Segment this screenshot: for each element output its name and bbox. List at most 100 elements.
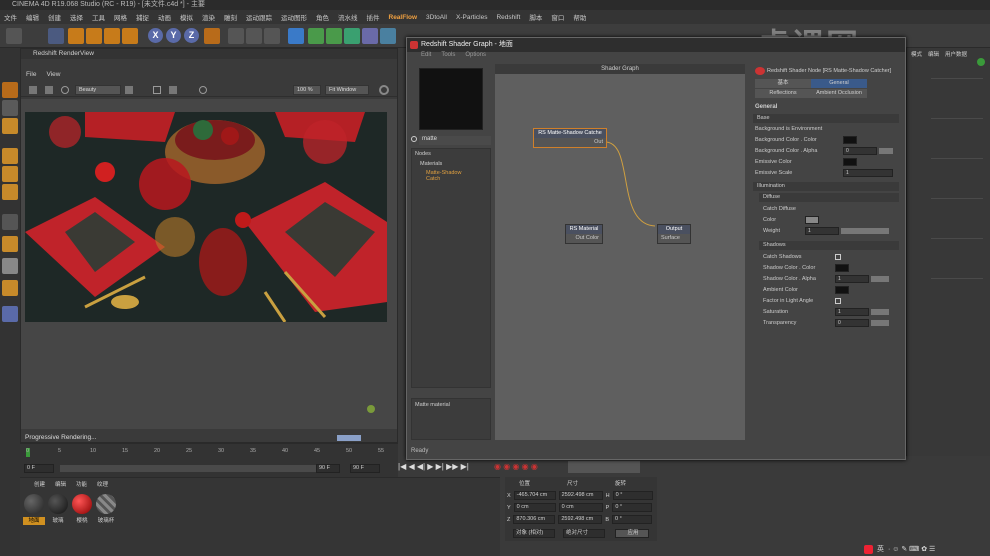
fit-window-select[interactable]: Fit Window: [325, 85, 369, 95]
menu-item[interactable]: Redshift: [496, 14, 520, 21]
snap-icon[interactable]: [2, 258, 18, 274]
tree-matte-shadow[interactable]: Matte-Shadow Catch: [412, 169, 490, 183]
emissive-color-swatch[interactable]: [843, 158, 857, 166]
save-icon[interactable]: [29, 86, 37, 94]
x-axis-icon[interactable]: X: [148, 28, 163, 43]
ime-language[interactable]: 英: [877, 544, 884, 554]
mat-menu-edit[interactable]: 编辑: [55, 480, 66, 488]
shadow-alpha-field[interactable]: 1: [835, 275, 869, 283]
stop-icon[interactable]: [45, 86, 53, 94]
menu-item[interactable]: 雕刻: [224, 12, 237, 22]
apply-button[interactable]: 应用: [615, 529, 649, 538]
menu-item-realflow[interactable]: RealFlow: [389, 14, 418, 21]
node-port-out[interactable]: Out: [534, 138, 606, 147]
render-settings-icon[interactable]: [264, 28, 280, 44]
cloner-icon[interactable]: [344, 28, 360, 44]
weight-slider[interactable]: [841, 228, 889, 234]
transparency-field[interactable]: 0: [835, 319, 869, 327]
saturation-slider[interactable]: [871, 309, 889, 315]
tab-ambient-occlusion[interactable]: Ambient Occlusion: [811, 89, 867, 98]
node-output[interactable]: Output Surface: [657, 224, 691, 244]
lock-icon[interactable]: [2, 280, 18, 296]
refresh-icon[interactable]: [61, 86, 69, 94]
bg-alpha-slider[interactable]: [879, 148, 893, 154]
tab-general[interactable]: General: [811, 79, 867, 88]
end-frame-field[interactable]: 90 F: [316, 464, 340, 473]
pos-x-field[interactable]: -465.704 cm: [513, 491, 556, 500]
deformer-icon[interactable]: [362, 28, 378, 44]
node-rs-material[interactable]: RS Material Out Color: [565, 224, 603, 244]
menu-item[interactable]: 文件: [4, 12, 17, 22]
scale-icon[interactable]: [86, 28, 102, 44]
size-y-field[interactable]: 0 cm: [558, 503, 603, 512]
pos-z-field[interactable]: 870.306 cm: [513, 515, 556, 524]
select-arrow-icon[interactable]: [48, 28, 64, 44]
snapshot-icon[interactable]: [125, 86, 133, 94]
rot-p-field[interactable]: 0 °: [612, 503, 653, 512]
menu-item[interactable]: 模拟: [180, 12, 193, 22]
menu-item[interactable]: 创建: [48, 12, 61, 22]
menu-item[interactable]: 运动图形: [281, 12, 307, 22]
material-label[interactable]: 地面: [23, 517, 45, 525]
cube-icon[interactable]: [288, 28, 304, 44]
coord-mode-select[interactable]: 对象 (相对): [513, 529, 555, 538]
undo-icon[interactable]: [6, 28, 22, 44]
floor-icon[interactable]: [380, 28, 396, 44]
max-frame-field[interactable]: 90 F: [350, 464, 380, 473]
shadow-color-swatch[interactable]: [835, 264, 849, 272]
rot-b-field[interactable]: 0 °: [612, 515, 653, 524]
material-ball[interactable]: [48, 494, 68, 514]
weight-field[interactable]: 1: [805, 227, 839, 235]
record-icons[interactable]: ◉ ◉ ◉ ◉ ◉: [494, 462, 538, 471]
tree-materials[interactable]: Materials: [412, 159, 490, 169]
menu-item[interactable]: 角色: [316, 12, 329, 22]
material-ball[interactable]: [72, 494, 92, 514]
attr-tab-mode[interactable]: 模式: [911, 50, 922, 58]
mat-menu-function[interactable]: 功能: [76, 480, 87, 488]
menu-item[interactable]: 窗口: [551, 12, 564, 22]
shader-menu-tools[interactable]: Tools: [441, 52, 455, 62]
renderview-menu-view[interactable]: View: [46, 71, 60, 81]
lock-render-icon[interactable]: [169, 86, 177, 94]
start-frame-field[interactable]: 0 F: [24, 464, 54, 473]
polygons-mode-icon[interactable]: [2, 184, 18, 200]
menu-item[interactable]: 渲染: [202, 12, 215, 22]
transparency-slider[interactable]: [871, 320, 889, 326]
tab-basic[interactable]: 基本: [755, 79, 811, 88]
section-illumination[interactable]: Illumination: [753, 182, 899, 191]
menu-item[interactable]: 工具: [92, 12, 105, 22]
attr-tab-userdata[interactable]: 用户数据: [945, 50, 967, 58]
size-mode-select[interactable]: 绝对尺寸: [563, 529, 605, 538]
factor-light-checkbox[interactable]: [835, 298, 841, 304]
aov-select[interactable]: Beauty: [75, 85, 121, 95]
subdivision-icon[interactable]: [326, 28, 342, 44]
workplane-icon[interactable]: [2, 118, 18, 134]
render-picture-icon[interactable]: [246, 28, 262, 44]
shader-menu-edit[interactable]: Edit: [421, 52, 431, 62]
settings-icon[interactable]: [199, 86, 207, 94]
axis-icon[interactable]: [2, 214, 18, 230]
tweak-icon[interactable]: [2, 236, 18, 252]
renderview-menu-file[interactable]: File: [26, 71, 36, 81]
material-label[interactable]: 玻璃杯: [95, 517, 117, 525]
shader-menu-options[interactable]: Options: [465, 52, 486, 62]
mat-menu-create[interactable]: 创建: [34, 480, 45, 488]
shader-graph-canvas[interactable]: Shader Graph RS Matte-Shadow Catche Out …: [495, 64, 745, 440]
crop-icon[interactable]: [153, 86, 161, 94]
size-x-field[interactable]: 2592.498 cm: [558, 491, 603, 500]
material-ball[interactable]: [96, 494, 116, 514]
tab-reflections[interactable]: Reflections: [755, 89, 811, 98]
texture-mode-icon[interactable]: [2, 100, 18, 116]
shadow-alpha-slider[interactable]: [871, 276, 889, 282]
bg-color-swatch[interactable]: [843, 136, 857, 144]
tray-icons[interactable]: · ☺ ✎ ⌨ ✿ ☰: [888, 545, 935, 553]
edges-mode-icon[interactable]: [2, 166, 18, 182]
section-diffuse[interactable]: Diffuse: [759, 193, 899, 202]
node-port-outcolor[interactable]: Out Color: [566, 234, 602, 243]
menu-item[interactable]: 捕捉: [136, 12, 149, 22]
zoom-select[interactable]: 100 %: [293, 85, 321, 95]
pen-icon[interactable]: [308, 28, 324, 44]
menu-item[interactable]: 选择: [70, 12, 83, 22]
diffuse-color-swatch[interactable]: [805, 216, 819, 224]
keyframe-tools[interactable]: [568, 461, 640, 473]
